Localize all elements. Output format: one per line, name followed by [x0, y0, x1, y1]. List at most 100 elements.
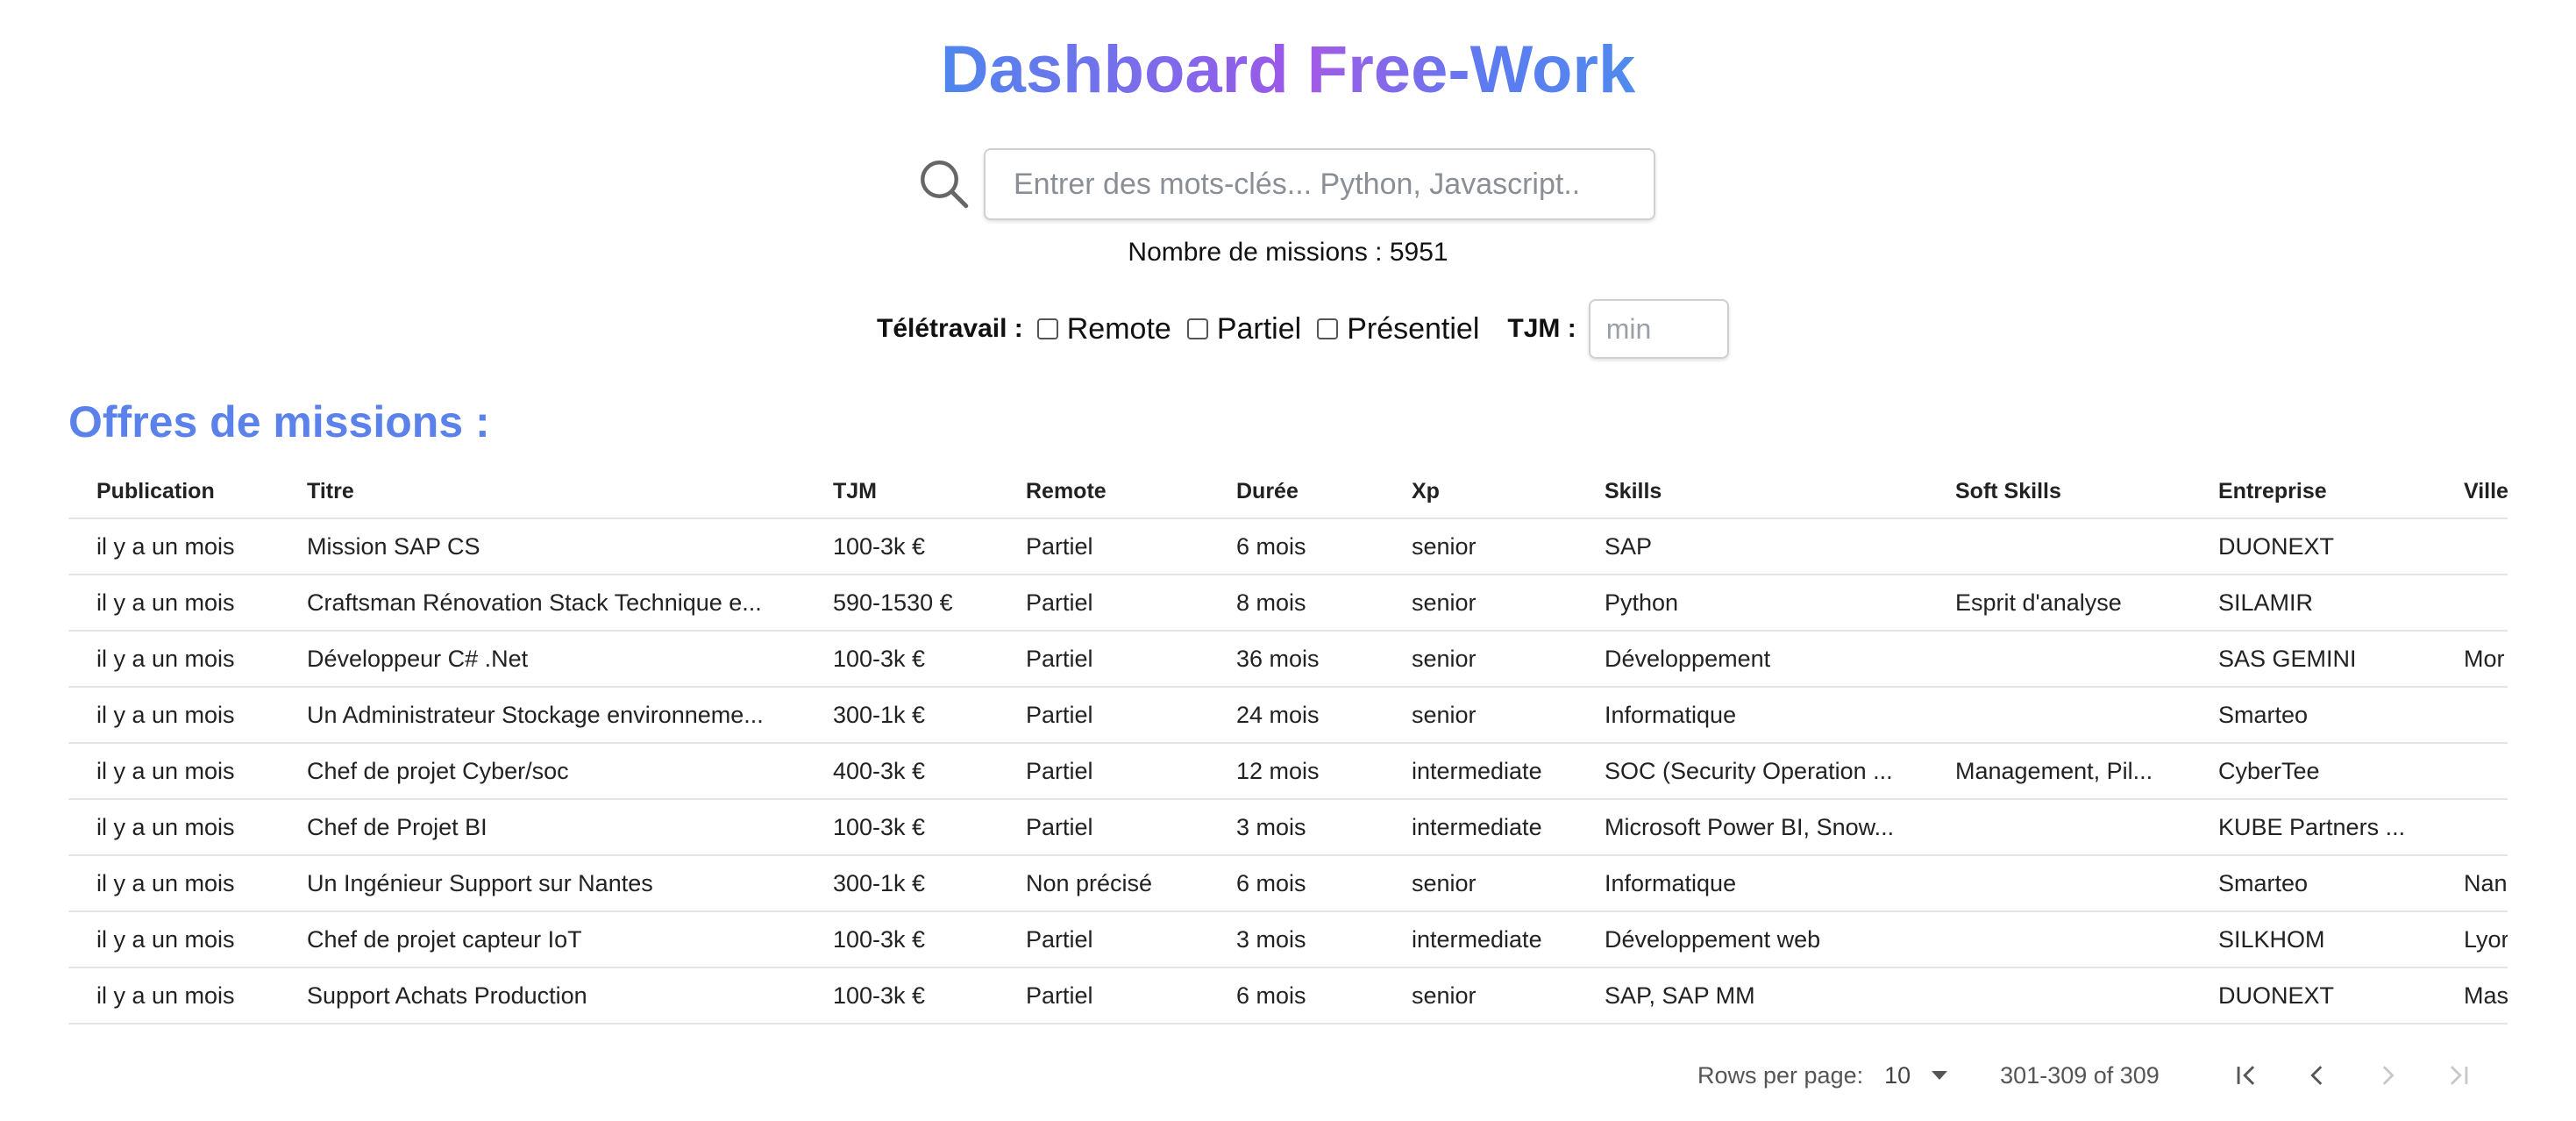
table-cell: il y a un mois [68, 743, 279, 800]
table-cell: DUONEXT [2190, 518, 2436, 575]
column-header[interactable]: Xp [1384, 465, 1576, 519]
table-cell [2436, 575, 2508, 632]
column-header[interactable]: TJM [805, 465, 998, 519]
search-input[interactable] [984, 148, 1655, 220]
table-cell: Partiel [998, 631, 1208, 688]
rows-per-page-label: Rows per page: [1697, 1061, 1864, 1089]
rows-per-page-value: 10 [1884, 1061, 1911, 1089]
table-cell: Support Achats Production [279, 967, 805, 1025]
table-cell: 3 mois [1208, 799, 1384, 856]
mission-count: Nombre de missions : 5951 [1128, 238, 1448, 267]
table-cell: SILKHOM [2190, 911, 2436, 968]
table-cell [1927, 855, 2190, 912]
last-page-icon [2450, 1066, 2468, 1085]
table-header-row: Publication Titre TJM Remote Durée Xp Skills So… [68, 465, 2508, 519]
table-cell: intermediate [1384, 799, 1576, 856]
teletravail-label: Télétravail : [877, 314, 1023, 343]
table-row[interactable]: il y a un mois Chef de Projet BI 100-3k € P… [68, 799, 2508, 856]
column-header[interactable]: Titre [279, 465, 805, 519]
column-header[interactable]: Skills [1576, 465, 1927, 519]
partiel-checkbox[interactable] [1186, 318, 1208, 339]
next-page-button[interactable] [2352, 1049, 2423, 1102]
column-header[interactable]: Soft Skills [1927, 465, 2190, 519]
filters-bar: Télétravail : Remote Partiel Présentiel … [877, 298, 1729, 360]
first-page-button[interactable] [2212, 1049, 2282, 1102]
column-header[interactable]: Publication [68, 465, 279, 519]
table-cell: Développement web [1576, 911, 1927, 968]
filter-presentiel[interactable]: Présentiel [1317, 312, 1479, 346]
table-cell: CyberTee [2190, 743, 2436, 800]
table-cell: senior [1384, 687, 1576, 744]
table-row[interactable]: il y a un mois Chef de projet capteur IoT… [68, 911, 2508, 968]
table-row[interactable]: il y a un mois Craftsman Rénovation Stack… [68, 575, 2508, 632]
tjm-label: TJM : [1507, 314, 1576, 343]
table-cell: Partiel [998, 967, 1208, 1025]
table-cell: Mas [2436, 967, 2508, 1025]
search-bar [915, 147, 1655, 221]
table-cell: 8 mois [1208, 575, 1384, 632]
table-cell: SILAMIR [2190, 575, 2436, 632]
table-cell: intermediate [1384, 911, 1576, 968]
table-cell: Partiel [998, 518, 1208, 575]
table-cell: KUBE Partners ... [2190, 799, 2436, 856]
table-cell: senior [1384, 967, 1576, 1025]
search-icon[interactable] [915, 155, 973, 213]
table-cell: SAP [1576, 518, 1927, 575]
table-cell: Smarteo [2190, 855, 2436, 912]
table-cell: Esprit d'analyse [1927, 575, 2190, 632]
table-cell: 6 mois [1208, 967, 1384, 1025]
rows-per-page-select[interactable]: 10 [1884, 1061, 1948, 1089]
table-cell: senior [1384, 575, 1576, 632]
table-row[interactable]: il y a un mois Chef de projet Cyber/soc 40… [68, 743, 2508, 800]
table-cell: il y a un mois [68, 687, 279, 744]
table-cell [1927, 799, 2190, 856]
column-header[interactable]: Durée [1208, 465, 1384, 519]
table-cell: Partiel [998, 575, 1208, 632]
table-cell: Chef de projet Cyber/soc [279, 743, 805, 800]
pagination: Rows per page: 10 301-309 of 309 [1697, 1049, 2493, 1102]
table-cell: Chef de projet capteur IoT [279, 911, 805, 968]
table-row[interactable]: il y a un mois Un Ingénieur Support sur N… [68, 855, 2508, 912]
missions-table: Publication Titre TJM Remote Durée Xp Skills So… [68, 465, 2508, 1025]
table-cell: 100-3k € [805, 967, 998, 1025]
table-row[interactable]: il y a un mois Développeur C# .Net 100-3k … [68, 631, 2508, 688]
column-header[interactable]: Ville [2436, 465, 2508, 519]
prev-page-button[interactable] [2282, 1049, 2352, 1102]
tjm-min-input[interactable] [1588, 299, 1729, 359]
table-cell: 6 mois [1208, 855, 1384, 912]
table-cell: il y a un mois [68, 799, 279, 856]
table-cell: 24 mois [1208, 687, 1384, 744]
missions-table-container[interactable]: Publication Titre TJM Remote Durée Xp Skills So… [68, 465, 2508, 1026]
table-cell: Partiel [998, 687, 1208, 744]
filter-partiel[interactable]: Partiel [1186, 312, 1301, 346]
table-cell: Informatique [1576, 687, 1927, 744]
table-cell: Lyor [2436, 911, 2508, 968]
table-cell: Smarteo [2190, 687, 2436, 744]
table-cell: il y a un mois [68, 911, 279, 968]
presentiel-checkbox[interactable] [1317, 318, 1339, 339]
column-header[interactable]: Entreprise [2190, 465, 2436, 519]
table-cell: il y a un mois [68, 518, 279, 575]
table-cell [1927, 911, 2190, 968]
table-cell: Non précisé [998, 855, 1208, 912]
page-title: Dashboard Free-Work [0, 26, 2576, 114]
table-row[interactable]: il y a un mois Mission SAP CS 100-3k € Part… [68, 518, 2508, 575]
table-row[interactable]: il y a un mois Support Achats Production 1… [68, 967, 2508, 1025]
table-cell: Développeur C# .Net [279, 631, 805, 688]
presentiel-label: Présentiel [1347, 311, 1480, 346]
table-cell: 3 mois [1208, 911, 1384, 968]
table-cell: Microsoft Power BI, Snow... [1576, 799, 1927, 856]
table-row[interactable]: il y a un mois Un Administrateur Stockage… [68, 687, 2508, 744]
remote-checkbox[interactable] [1036, 318, 1058, 339]
title-part-dashboard: Dashboard [940, 32, 1289, 107]
column-header[interactable]: Remote [998, 465, 1208, 519]
table-cell: il y a un mois [68, 967, 279, 1025]
filter-remote[interactable]: Remote [1036, 312, 1171, 346]
table-cell: il y a un mois [68, 575, 279, 632]
title-part-freework: Free-Work [1306, 32, 1636, 107]
last-page-button[interactable] [2423, 1049, 2493, 1102]
table-cell: 300-1k € [805, 855, 998, 912]
table-cell: Mor [2436, 631, 2508, 688]
table-cell: 100-3k € [805, 911, 998, 968]
table-cell: 100-3k € [805, 631, 998, 688]
